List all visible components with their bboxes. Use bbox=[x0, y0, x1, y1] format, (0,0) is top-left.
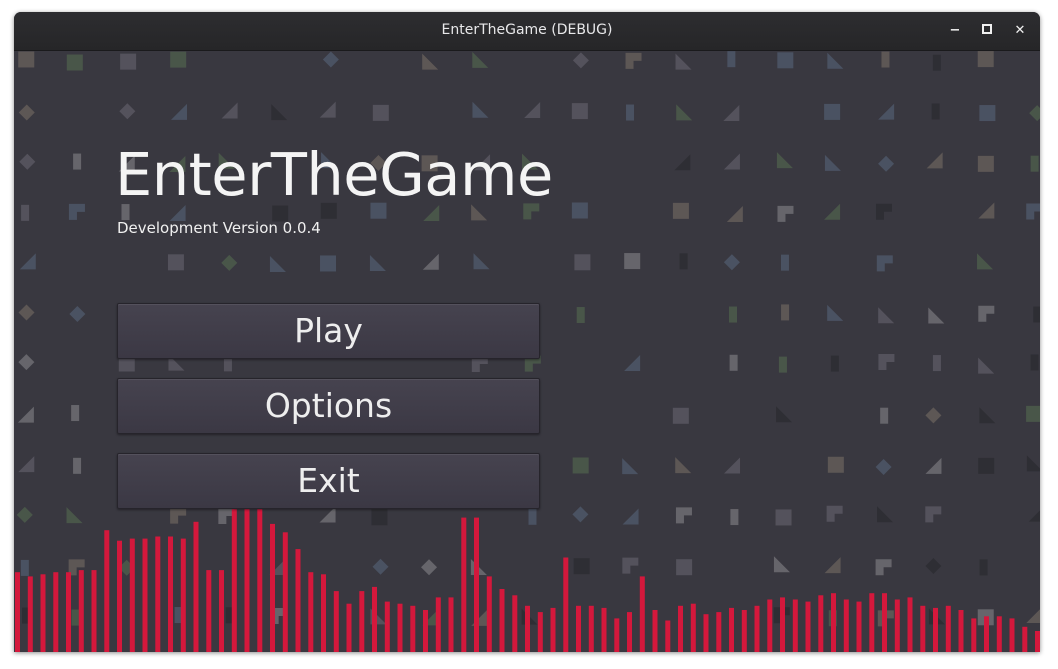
visualizer-bar bbox=[117, 540, 122, 652]
visualizer-bar bbox=[537, 612, 543, 652]
visualizer-bar bbox=[754, 605, 760, 652]
visualizer-bar bbox=[614, 618, 620, 652]
visualizer-bar bbox=[244, 509, 250, 652]
visualizer-bar bbox=[155, 536, 161, 652]
visualizer-bar bbox=[333, 591, 339, 652]
visualizer-bar bbox=[856, 601, 862, 652]
visualizer-bar bbox=[767, 599, 773, 652]
version-label: Development Version 0.0.4 bbox=[117, 219, 321, 237]
title-bar[interactable]: EnterTheGame (DEBUG) − ✕ bbox=[14, 12, 1040, 51]
visualizer-bar bbox=[843, 599, 849, 652]
visualizer-bar bbox=[678, 605, 683, 652]
main-menu-screen: EnterTheGame Development Version 0.0.4 P… bbox=[14, 51, 1040, 652]
visualizer-bar bbox=[792, 599, 798, 652]
visualizer-bar bbox=[180, 538, 186, 652]
visualizer-bar bbox=[652, 610, 658, 652]
visualizer-bar bbox=[27, 576, 33, 652]
visualizer-bar bbox=[805, 601, 811, 652]
exit-button[interactable]: Exit bbox=[117, 453, 540, 509]
visualizer-bar bbox=[690, 603, 696, 652]
visualizer-bar bbox=[729, 607, 734, 652]
visualizer-bar bbox=[486, 576, 492, 652]
visualizer-bar bbox=[665, 620, 671, 652]
visualizer-bar bbox=[129, 538, 135, 652]
visualizer-bar bbox=[971, 618, 977, 652]
visualizer-bar bbox=[1035, 631, 1040, 652]
visualizer-bar bbox=[996, 616, 1002, 652]
visualizer-bar bbox=[525, 605, 530, 652]
visualizer-bar bbox=[423, 610, 428, 652]
visualizer-bar bbox=[920, 605, 926, 652]
visualizer-bar bbox=[91, 570, 97, 652]
visualizer-bar bbox=[550, 607, 556, 652]
visualizer-bar bbox=[384, 601, 390, 652]
visualizer-bar bbox=[104, 530, 110, 652]
visualizer-bar bbox=[958, 610, 964, 652]
visualizer-bar bbox=[282, 532, 288, 652]
visualizer-bar bbox=[741, 610, 747, 652]
visualizer-bar bbox=[78, 570, 84, 652]
visualizer-bar bbox=[308, 572, 314, 652]
visualizer-bar bbox=[716, 612, 722, 652]
visualizer-bar bbox=[410, 605, 416, 652]
visualizer-bar bbox=[933, 607, 938, 652]
visualizer-bar bbox=[984, 616, 989, 652]
minimize-button[interactable]: − bbox=[945, 21, 965, 41]
visualizer-bar bbox=[193, 521, 199, 652]
visualizer-bar bbox=[66, 572, 71, 652]
visualizer-bar bbox=[499, 589, 505, 652]
visualizer-bar bbox=[818, 595, 824, 652]
visualizer-bar bbox=[780, 597, 785, 652]
app-window: EnterTheGame (DEBUG) − ✕ EnterTheGame De… bbox=[14, 12, 1040, 652]
visualizer-bar bbox=[346, 603, 352, 652]
visualizer-bar bbox=[142, 538, 148, 652]
maximize-button[interactable] bbox=[977, 21, 997, 41]
visualizer-bar bbox=[563, 557, 569, 652]
visualizer-bar bbox=[435, 597, 441, 652]
visualizer-bar bbox=[15, 572, 20, 652]
maximize-icon bbox=[982, 24, 992, 34]
visualizer-bar bbox=[448, 597, 454, 652]
play-button[interactable]: Play bbox=[117, 303, 540, 359]
visualizer-bar bbox=[53, 572, 59, 652]
game-title: EnterTheGame bbox=[115, 140, 553, 209]
visualizer-bar bbox=[907, 597, 913, 652]
visualizer-bar bbox=[601, 607, 607, 652]
visualizer-bar bbox=[945, 605, 951, 652]
options-button[interactable]: Options bbox=[117, 378, 540, 434]
visualizer-bar bbox=[894, 599, 900, 652]
visualizer-bar bbox=[219, 570, 224, 652]
visualizer-bar bbox=[321, 574, 326, 652]
visualizer-bar bbox=[40, 574, 46, 652]
visualizer-bar bbox=[359, 591, 365, 652]
visualizer-bar bbox=[270, 523, 275, 652]
visualizer-bar bbox=[168, 536, 173, 652]
visualizer-bar bbox=[831, 593, 836, 652]
window-title: EnterTheGame (DEBUG) bbox=[441, 22, 613, 38]
visualizer-bar bbox=[639, 576, 645, 652]
visualizer-bar bbox=[257, 509, 263, 652]
visualizer-bar bbox=[869, 593, 875, 652]
visualizer-bar bbox=[627, 612, 632, 652]
visualizer-bar bbox=[397, 603, 403, 652]
visualizer-bar bbox=[588, 605, 594, 652]
visualizer-bar bbox=[1022, 626, 1028, 652]
visualizer-bar bbox=[1009, 618, 1015, 652]
visualizer-bar bbox=[295, 549, 301, 652]
visualizer-bar bbox=[372, 586, 377, 652]
visualizer-bar bbox=[512, 595, 518, 652]
visualizer-bar bbox=[461, 517, 467, 652]
visualizer-bar bbox=[703, 614, 709, 652]
visualizer-bar bbox=[206, 570, 212, 652]
visualizer-bar bbox=[576, 605, 581, 652]
visualizer-bar bbox=[474, 517, 479, 652]
close-button[interactable]: ✕ bbox=[1010, 21, 1030, 41]
visualizer-bar bbox=[231, 509, 237, 652]
visualizer-bar bbox=[882, 593, 887, 652]
